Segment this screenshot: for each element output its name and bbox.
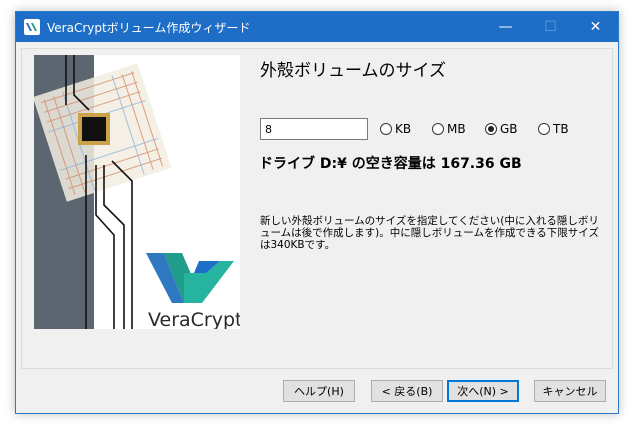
window-controls: — ☐ ✕: [483, 12, 618, 42]
minimize-button[interactable]: —: [483, 12, 528, 42]
close-button[interactable]: ✕: [573, 12, 618, 42]
back-button[interactable]: < 戻る(B): [371, 380, 443, 402]
window-title: VeraCryptボリューム作成ウィザード: [47, 20, 251, 35]
title-bar[interactable]: VeraCryptボリューム作成ウィザード — ☐ ✕: [16, 12, 618, 42]
next-button[interactable]: 次へ(N) >: [447, 380, 519, 402]
wizard-side-image: VeraCrypt: [34, 55, 240, 329]
wizard-window: VeraCryptボリューム作成ウィザード — ☐ ✕ VeraCrypt 外殻…: [15, 11, 619, 414]
radio-button-icon[interactable]: [538, 123, 550, 135]
help-text: 新しい外殻ボリュームのサイズを指定してください(中に入れる隠しボリュームは後で作…: [260, 215, 599, 251]
radio-button-icon[interactable]: [432, 123, 444, 135]
volume-size-input[interactable]: [260, 118, 368, 140]
unit-radio-mb[interactable]: MB: [432, 122, 466, 136]
radio-button-icon[interactable]: [380, 123, 392, 135]
unit-label: TB: [553, 122, 569, 136]
radio-button-selected-icon[interactable]: [485, 123, 497, 135]
unit-label: KB: [395, 122, 412, 136]
unit-radio-gb[interactable]: GB: [485, 122, 518, 136]
unit-label: MB: [447, 122, 466, 136]
veracrypt-app-icon: [24, 19, 40, 35]
unit-radio-kb[interactable]: KB: [380, 122, 411, 136]
free-space-label: ドライブ D:¥ の空き容量は 167.36 GB: [259, 156, 522, 172]
unit-radio-tb[interactable]: TB: [538, 122, 569, 136]
page-title: 外殻ボリュームのサイズ: [260, 61, 446, 81]
brand-name: VeraCrypt: [148, 309, 240, 329]
cancel-button[interactable]: キャンセル: [534, 380, 606, 402]
unit-label: GB: [500, 122, 518, 136]
help-button[interactable]: ヘルプ(H): [283, 380, 355, 402]
maximize-button: ☐: [544, 19, 557, 35]
circuit-board-illustration: VeraCrypt: [34, 55, 240, 329]
